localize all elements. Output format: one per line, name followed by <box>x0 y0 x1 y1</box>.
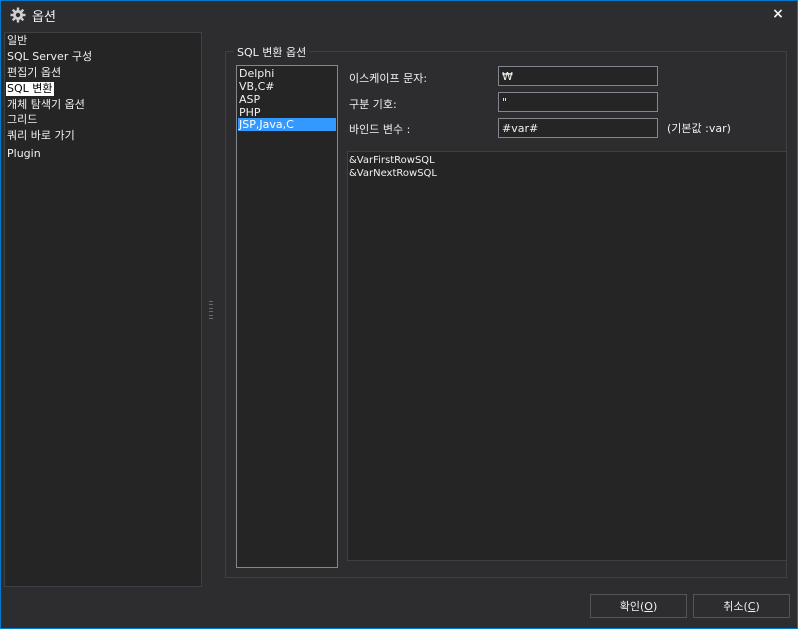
gear-icon <box>10 7 26 23</box>
cancel-button-mnemonic: C <box>747 599 756 613</box>
template-line: &VarNextRowSQL <box>349 168 437 179</box>
nav-item-grid[interactable]: 그리드 <box>6 113 38 127</box>
nav-item-sql-convert[interactable]: SQL 변환 <box>6 82 54 96</box>
nav-item-sql-server-config[interactable]: SQL Server 구성 <box>6 50 93 64</box>
title-bar: 옵션 × <box>1 1 797 29</box>
nav-item-editor-options[interactable]: 편집기 옵션 <box>6 66 62 80</box>
language-item-asp[interactable]: ASP <box>238 93 336 106</box>
delimiter-label: 구분 기호: <box>349 98 397 111</box>
language-list[interactable]: Delphi VB,C# ASP PHP JSP,Java,C <box>236 65 338 568</box>
template-line: &VarFirstRowSQL <box>349 155 435 166</box>
ok-button[interactable]: 확인(O) <box>590 594 687 618</box>
bind-variable-input[interactable] <box>498 118 658 138</box>
nav-item-general[interactable]: 일반 <box>6 34 28 48</box>
delimiter-input[interactable] <box>498 92 658 112</box>
bind-variable-default-hint: (기본값 :var) <box>667 122 731 135</box>
options-category-tree[interactable]: 일반 SQL Server 구성 편집기 옵션 SQL 변환 개체 탐색기 옵션… <box>4 32 202 587</box>
ok-button-label: 확인( <box>619 600 645 613</box>
cancel-button-label: 취소( <box>723 600 748 613</box>
splitter-handle[interactable] <box>208 301 214 319</box>
nav-item-query-shortcuts[interactable]: 쿼리 바로 가기 <box>6 129 76 143</box>
escape-char-input[interactable] <box>498 66 658 86</box>
language-item-delphi[interactable]: Delphi <box>238 67 336 80</box>
nav-item-plugin[interactable]: Plugin <box>6 147 42 161</box>
cancel-button-label-end: ) <box>755 599 760 613</box>
close-button[interactable]: × <box>769 5 787 23</box>
language-item-jsp-java-c[interactable]: JSP,Java,C <box>238 118 336 131</box>
ok-button-label-end: ) <box>652 599 658 613</box>
nav-item-object-explorer-options[interactable]: 개체 탐색기 옵션 <box>6 98 86 112</box>
group-title: SQL 변환 옵션 <box>234 44 310 60</box>
sql-template-textarea[interactable]: &VarFirstRowSQL &VarNextRowSQL <box>347 151 787 561</box>
ok-button-mnemonic: O <box>644 599 653 613</box>
close-icon: × <box>772 6 784 22</box>
bind-variable-label: 바인드 변수 : <box>349 123 411 136</box>
window-title: 옵션 <box>32 10 56 25</box>
cancel-button[interactable]: 취소(C) <box>693 594 790 618</box>
escape-char-label: 이스케이프 문자: <box>349 72 428 85</box>
language-item-vb-csharp[interactable]: VB,C# <box>238 80 336 93</box>
options-dialog: 옵션 × 일반 SQL Server 구성 편집기 옵션 SQL 변환 개체 탐… <box>0 0 798 629</box>
